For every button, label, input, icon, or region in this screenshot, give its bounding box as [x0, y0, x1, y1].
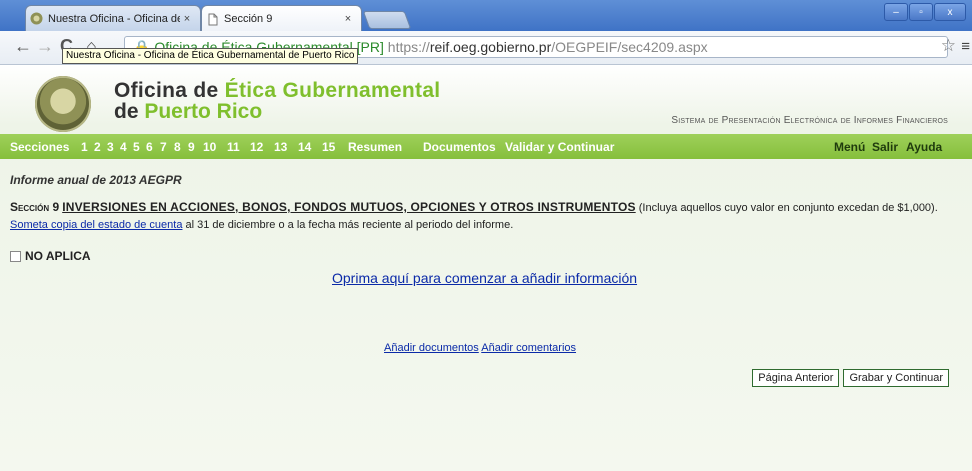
oeg-seal-logo	[35, 76, 91, 132]
nav-resumen[interactable]: Resumen	[348, 140, 402, 154]
nav-section-3[interactable]: 3	[107, 140, 114, 154]
nav-section-2[interactable]: 2	[94, 140, 101, 154]
no-aplica-checkbox[interactable]	[10, 250, 21, 262]
section-nav-bar: Secciones 1 2 3 4 5 6 7 8 9 10 11 12 13 …	[0, 134, 972, 159]
browser-tabstrip: Nuestra Oficina - Oficina de | × Sección…	[0, 0, 972, 32]
tab-close-icon[interactable]: ×	[341, 13, 355, 25]
browser-menu-icon[interactable]: ≡	[961, 38, 970, 55]
nav-validar-continuar[interactable]: Validar y Continuar	[505, 140, 614, 154]
add-comments-link[interactable]: Añadir comentarios	[481, 342, 576, 354]
maximize-button[interactable]: ▫	[909, 3, 933, 21]
window-controls: – ▫ x	[884, 3, 966, 21]
nav-section-1[interactable]: 1	[81, 140, 88, 154]
nav-section-9[interactable]: 9	[188, 140, 195, 154]
nav-section-4[interactable]: 4	[120, 140, 127, 154]
new-tab-button[interactable]	[362, 11, 412, 29]
tab-close-icon[interactable]: ×	[180, 13, 194, 25]
url-host: reif.oeg.gobierno.pr	[429, 39, 552, 55]
url-path: /OEGPEIF/sec4209.aspx	[551, 39, 708, 55]
save-continue-button[interactable]: Grabar y Continuar	[843, 369, 949, 387]
nav-section-10[interactable]: 10	[203, 140, 216, 154]
section-label: Sección 9	[10, 200, 60, 214]
system-name: Sistema de Presentación Electrónica de I…	[671, 115, 948, 126]
bookmark-star-icon[interactable]: ☆	[941, 36, 956, 56]
section-description: Sección 9 INVERSIONES EN ACCIONES, BONOS…	[10, 199, 950, 234]
nav-section-15[interactable]: 15	[322, 140, 335, 154]
nav-section-6[interactable]: 6	[146, 140, 153, 154]
site-favicon-icon	[30, 12, 43, 25]
url-scheme: https://	[387, 39, 430, 55]
account-statement-link[interactable]: Someta copia del estado de cuenta	[10, 219, 182, 231]
nav-section-14[interactable]: 14	[298, 140, 311, 154]
nav-ayuda[interactable]: Ayuda	[906, 140, 942, 154]
tab-title: Sección 9	[224, 13, 273, 25]
nav-section-8[interactable]: 8	[174, 140, 181, 154]
forward-arrow-icon[interactable]: →	[36, 37, 54, 55]
brand-title-line2: de Puerto Rico	[114, 100, 263, 123]
start-adding-info-link[interactable]: Oprima aquí para comenzar a añadir infor…	[332, 270, 637, 286]
add-documents-link[interactable]: Añadir documentos	[384, 342, 479, 354]
no-aplica-option[interactable]: NO APLICA	[10, 249, 91, 263]
extra-links: Añadir documentos Añadir comentarios	[384, 342, 576, 354]
nav-secciones-label: Secciones	[10, 140, 70, 154]
form-buttons: Página Anterior Grabar y Continuar	[752, 369, 949, 387]
nav-section-7[interactable]: 7	[160, 140, 167, 154]
nav-documentos[interactable]: Documentos	[423, 140, 496, 154]
previous-page-button[interactable]: Página Anterior	[752, 369, 840, 387]
nav-menu[interactable]: Menú	[834, 140, 865, 154]
minimize-button[interactable]: –	[884, 3, 908, 21]
tab-tooltip: Nuestra Oficina - Oficina de Ética Guber…	[62, 48, 359, 64]
nav-section-11[interactable]: 11	[227, 140, 240, 154]
page-icon	[208, 13, 218, 25]
nav-salir[interactable]: Salir	[872, 140, 898, 154]
section-heading: INVERSIONES EN ACCIONES, BONOS, FONDOS M…	[62, 200, 636, 214]
tab-title: Nuestra Oficina - Oficina de |	[48, 12, 180, 25]
section-text-1: (Incluya aquellos cuyo valor en conjunto…	[635, 202, 938, 214]
nav-section-12[interactable]: 12	[250, 140, 263, 154]
no-aplica-label: NO APLICA	[25, 249, 91, 263]
nav-section-13[interactable]: 13	[274, 140, 287, 154]
site-header: Oficina de Ética Gubernamental de Puerto…	[0, 65, 972, 159]
browser-tab-seccion-9[interactable]: Sección 9 ×	[201, 5, 362, 32]
page-body: Oficina de Ética Gubernamental de Puerto…	[0, 65, 972, 471]
browser-tab-nuestra-oficina[interactable]: Nuestra Oficina - Oficina de | ×	[25, 5, 201, 31]
back-arrow-icon[interactable]: ←	[14, 37, 32, 55]
close-window-button[interactable]: x	[934, 3, 966, 21]
report-title: Informe anual de 2013 AEGPR	[10, 173, 182, 187]
section-text-2: al 31 de diciembre o a la fecha más reci…	[182, 219, 514, 231]
nav-section-5[interactable]: 5	[133, 140, 140, 154]
